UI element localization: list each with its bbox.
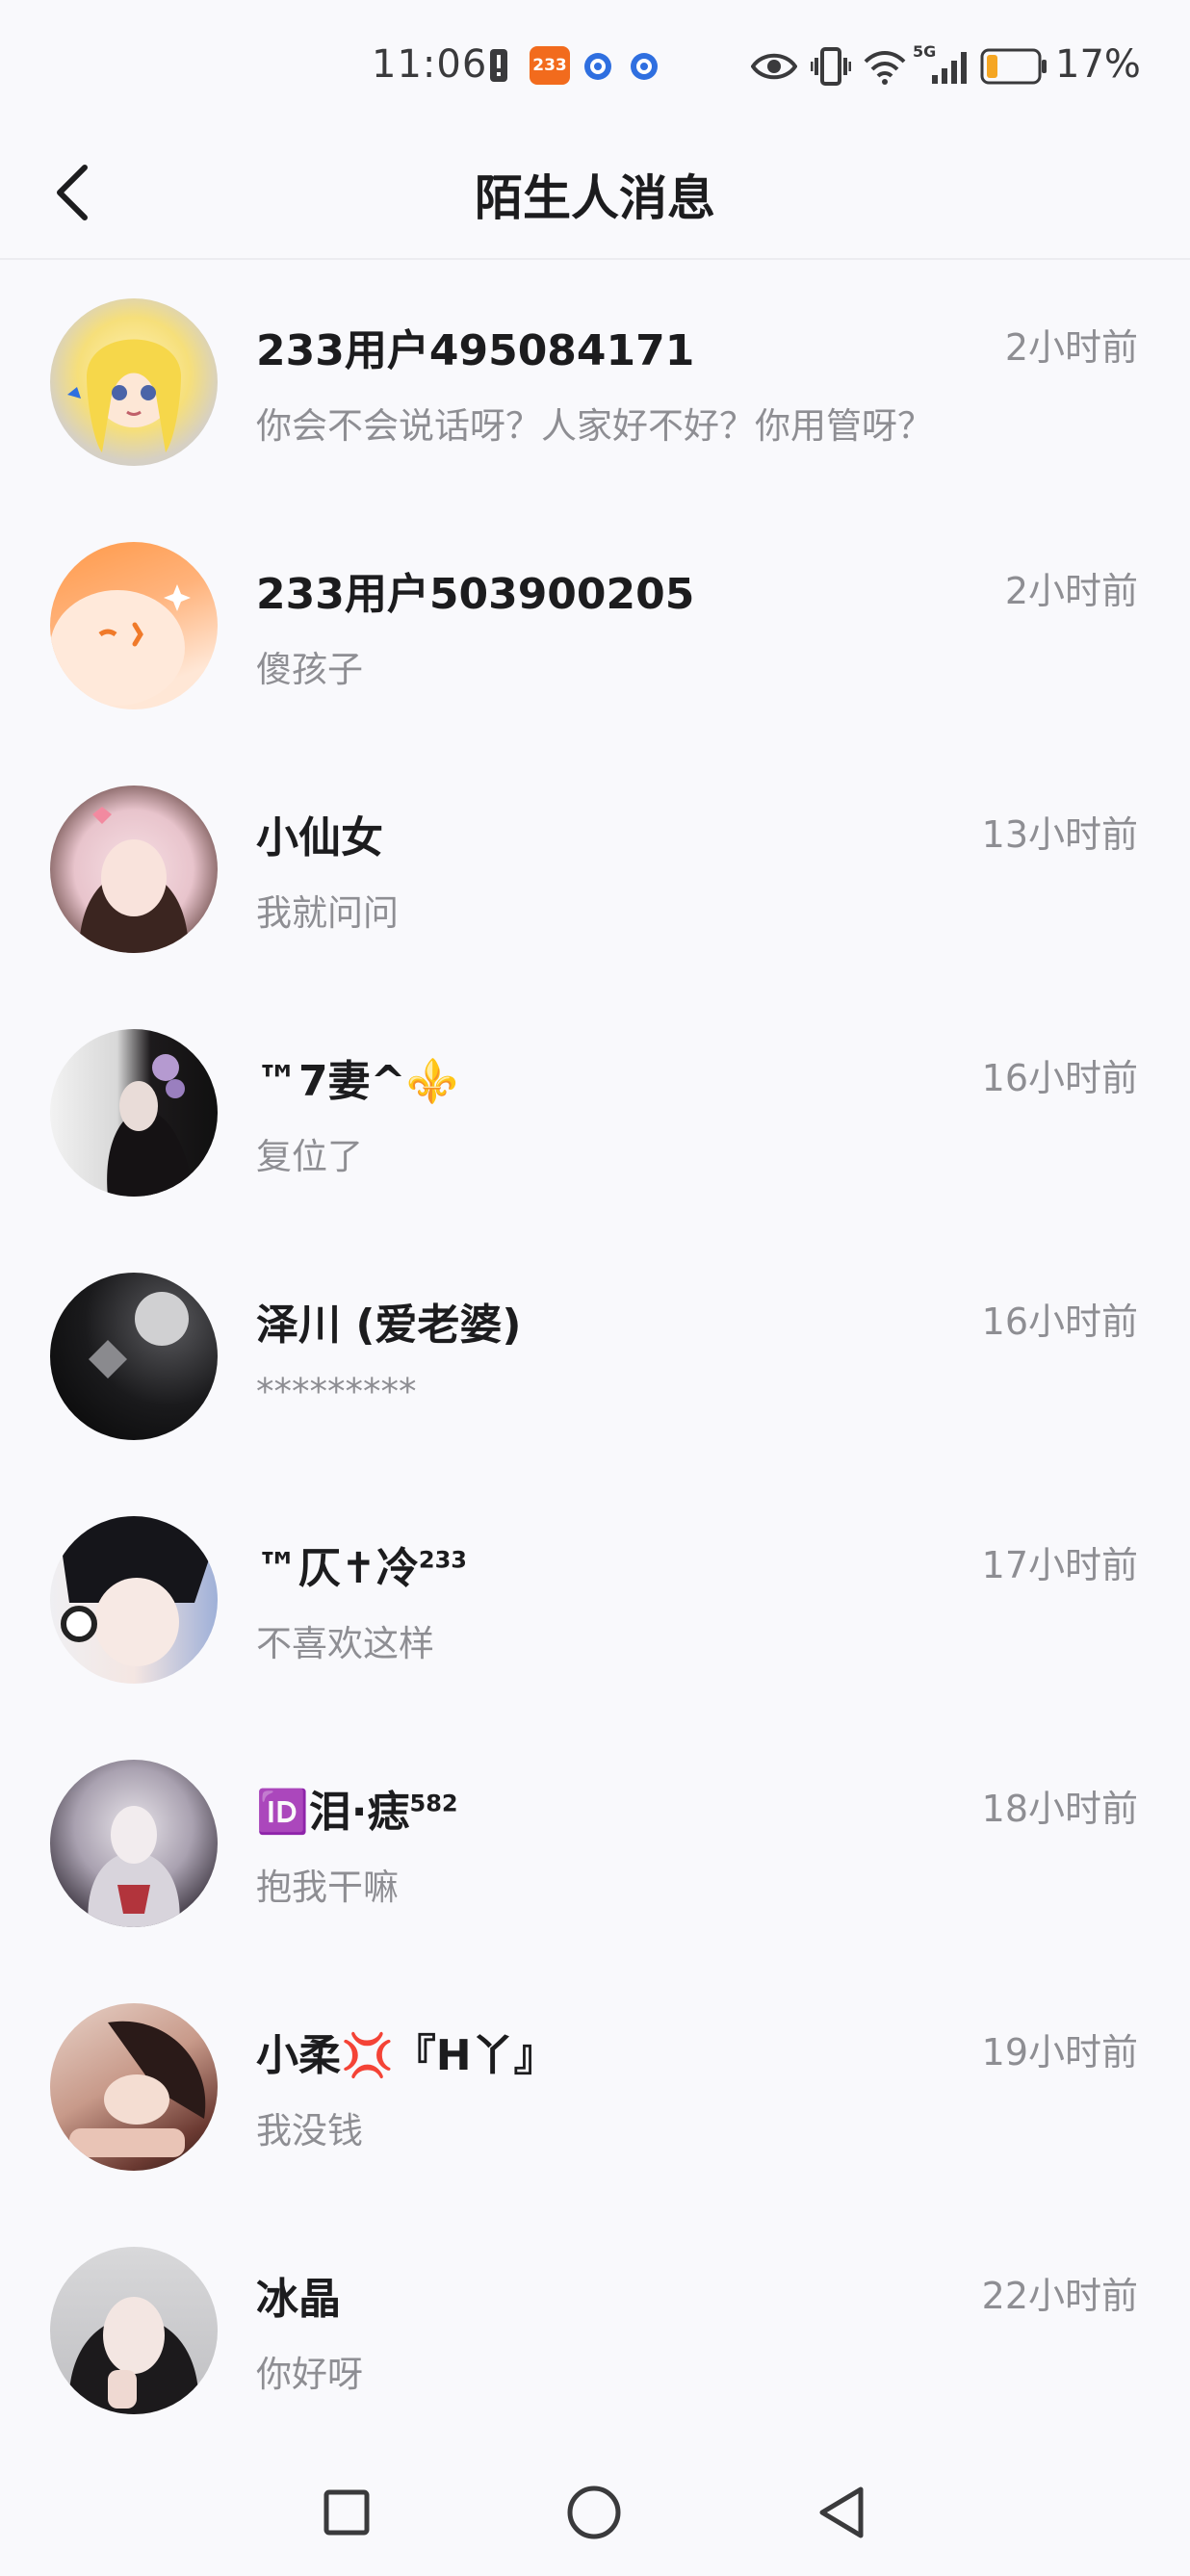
contact-name: ™7妻^⚜️ [256,1057,459,1106]
contact-name: 泽川 (爱老婆) [256,1301,522,1350]
message-time: 18小时前 [981,1788,1138,1830]
app-badge-label: 233 [532,56,567,75]
message-row[interactable]: 泽川 (爱老婆) 16小时前 ********* [0,1234,1190,1478]
app-badge-icon: 233 [530,46,570,85]
battery-icon [980,48,1047,85]
message-time: 2小时前 [1004,326,1138,369]
message-row[interactable]: 233用户495084171 2小时前 你会不会说话呀？人家好不好？你用管呀？ [0,260,1190,503]
header-bar: 陌生人消息 [0,131,1190,260]
photo-avatar-icon [79,807,189,953]
avatar[interactable] [50,786,218,953]
browser-circle-icon [584,53,611,80]
home-button[interactable] [546,2464,642,2561]
avatar[interactable] [50,298,218,466]
photo-avatar-icon [89,1292,189,1378]
wifi-icon [864,51,906,85]
contact-name: 233用户503900205 [256,570,695,619]
message-row[interactable]: 冰晶 22小时前 你好呀 [0,2208,1190,2452]
system-navigation-bar [0,2445,1190,2576]
contact-name: 小柔💢『H丫』 [256,2031,556,2080]
stranger-messages-screen: 11:06 233 5G 17% 陌生人消息 233用户495084171 2小… [0,0,1190,2576]
contact-name: 冰晶 [256,2275,341,2324]
contact-name-superscript: 582 [409,1790,458,1817]
message-preview: 你好呀 [256,2354,363,2395]
contact-name-text: ™仄✝冷 [256,1544,419,1593]
message-preview: 抱我干嘛 [256,1867,399,1908]
avatar[interactable] [50,1273,218,1440]
message-time: 22小时前 [981,2275,1138,2317]
avatar[interactable] [50,2003,218,2171]
message-preview: 傻孩子 [256,649,363,690]
avatar[interactable] [50,1516,218,1684]
message-row[interactable]: 小仙女 13小时前 我就问问 [0,747,1190,991]
message-preview: 复位了 [256,1136,363,1177]
message-preview: ********* [256,1371,417,1412]
contact-name: ™仄✝冷233 [256,1533,467,1595]
message-time: 19小时前 [981,2031,1138,2074]
contact-name: 233用户495084171 [256,326,695,375]
message-time: 2小时前 [1004,570,1138,612]
photo-avatar-icon [60,1516,214,1666]
eye-icon [751,53,797,80]
photo-avatar-icon [107,1054,194,1197]
message-preview: 我没钱 [256,2110,363,2151]
circle-icon [567,2486,621,2539]
message-time: 16小时前 [981,1057,1138,1099]
contact-name: 小仙女 [256,813,383,863]
photo-avatar-icon [68,2297,199,2414]
browser-circle-icon [631,53,658,80]
message-preview: 你会不会说话呀？人家好不好？你用管呀？ [256,405,933,447]
photo-avatar-icon [69,2021,206,2157]
contact-name-superscript: 233 [418,1546,467,1574]
avatar[interactable] [50,1029,218,1197]
message-row[interactable]: 🆔泪·痣582 18小时前 抱我干嘛 [0,1721,1190,1965]
message-preview: 不喜欢这样 [256,1623,434,1664]
recent-apps-button[interactable] [298,2464,395,2561]
message-row[interactable]: 233用户503900205 2小时前 傻孩子 [0,503,1190,747]
photo-avatar-icon [88,1806,180,1927]
message-time: 17小时前 [981,1544,1138,1586]
status-time: 11:06 [372,42,488,87]
anime-girl-avatar-icon [67,339,181,452]
avatar[interactable] [50,542,218,709]
avatar[interactable] [50,2247,218,2414]
battery-percentage: 17% [1055,42,1141,87]
avatar[interactable] [50,1760,218,1927]
notification-alert-icon [490,49,507,82]
message-row[interactable]: ™7妻^⚜️ 16小时前 复位了 [0,991,1190,1234]
square-icon [323,2489,370,2536]
status-bar: 11:06 233 5G 17% [0,0,1190,131]
cartoon-face-avatar-icon [50,584,191,706]
page-title: 陌生人消息 [475,170,715,226]
signal-icon [932,52,967,84]
message-time: 13小时前 [981,813,1138,856]
contact-name-text: 🆔泪·痣 [256,1788,410,1837]
message-row[interactable]: ™仄✝冷233 17小时前 不喜欢这样 [0,1478,1190,1721]
contact-name: 🆔泪·痣582 [256,1777,458,1839]
message-row[interactable]: 小柔💢『H丫』 19小时前 我没钱 [0,1965,1190,2208]
message-preview: 我就问问 [256,892,399,934]
vibrate-icon [811,47,851,86]
message-time: 16小时前 [981,1301,1138,1343]
triangle-back-icon [819,2486,864,2538]
back-nav-button[interactable] [793,2464,890,2561]
